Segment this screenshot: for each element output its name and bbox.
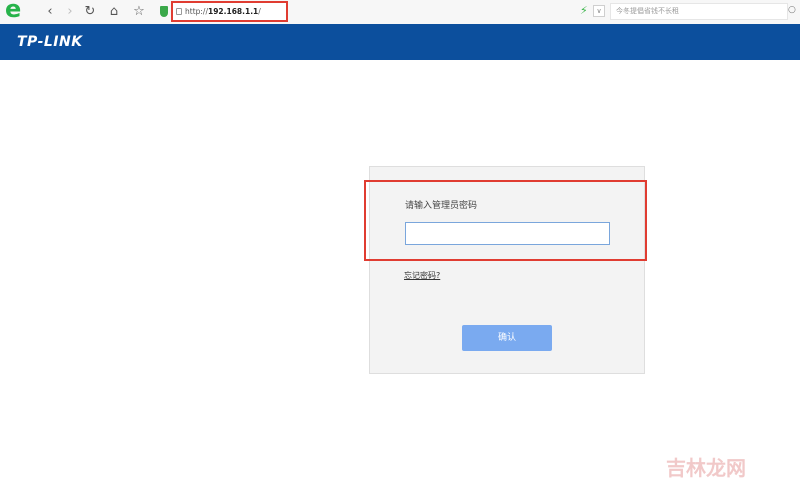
refresh-button[interactable]: ↻	[82, 4, 98, 20]
search-box[interactable]: 今冬提倡省钱不长租	[610, 3, 788, 20]
back-button[interactable]: ‹	[42, 4, 58, 20]
address-url: http://192.168.1.1/	[185, 6, 261, 18]
watermark: 吉林龙网	[666, 456, 746, 480]
browser-toolbar: e ‹ › ↻ ⌂ ☆ http://192.168.1.1/ ⚡ ∨ 今冬提倡…	[0, 0, 800, 25]
brand-header: TP-LINK	[0, 24, 800, 60]
url-host: 192.168.1.1	[207, 7, 259, 16]
page: e ‹ › ↻ ⌂ ☆ http://192.168.1.1/ ⚡ ∨ 今冬提倡…	[0, 0, 800, 500]
page-info-icon	[176, 8, 182, 15]
forgot-password-link[interactable]: 忘记密码?	[404, 270, 440, 282]
url-path: /	[258, 7, 261, 16]
highlight-annotation	[364, 180, 647, 261]
tp-link-logo: TP-LINK	[17, 34, 83, 50]
password-input[interactable]	[405, 222, 610, 245]
search-icon[interactable]: ○	[788, 5, 796, 15]
url-scheme: http://	[185, 7, 208, 16]
search-placeholder: 今冬提倡省钱不长租	[616, 7, 679, 15]
confirm-button[interactable]: 确认	[462, 325, 552, 351]
address-bar[interactable]: http://192.168.1.1/	[171, 1, 288, 22]
favorite-button[interactable]: ☆	[131, 4, 147, 20]
lightning-icon[interactable]: ⚡	[580, 4, 588, 17]
chevron-down-icon[interactable]: ∨	[593, 5, 605, 17]
home-button[interactable]: ⌂	[106, 4, 122, 20]
forward-button[interactable]: ›	[62, 4, 78, 20]
password-label: 请输入管理员密码	[405, 201, 478, 211]
shield-icon	[160, 6, 168, 17]
browser-logo-icon: e	[5, 0, 22, 23]
